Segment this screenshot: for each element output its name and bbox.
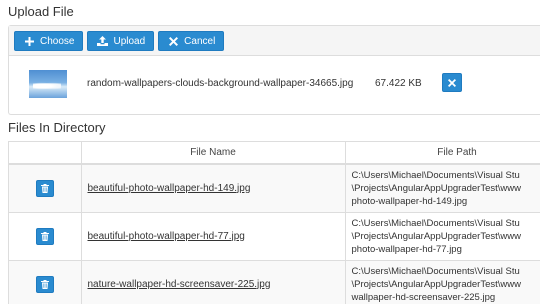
delete-file-button[interactable] [35, 275, 54, 293]
file-path: C:\Users\Michael\Documents\Visual Stu \P… [345, 260, 540, 304]
cancel-button-label: Cancel [184, 35, 216, 47]
upload-button[interactable]: Upload [87, 31, 155, 51]
table-row: beautiful-photo-wallpaper-hd-149.jpg C:\… [9, 164, 540, 213]
close-icon [448, 74, 456, 92]
file-path: C:\Users\Michael\Documents\Visual Stu \P… [345, 212, 540, 261]
file-name-link[interactable]: beautiful-photo-wallpaper-hd-77.jpg [88, 231, 245, 242]
choose-button[interactable]: Choose [14, 31, 84, 51]
delete-file-button[interactable] [35, 179, 54, 197]
column-header-actions [9, 142, 82, 165]
table-row: nature-wallpaper-hd-screensaver-225.jpg … [9, 260, 540, 304]
trash-icon [40, 231, 49, 241]
trash-icon [40, 279, 49, 289]
upload-toolbar: Choose Upload Cancel [9, 26, 540, 56]
upload-icon [96, 35, 108, 47]
file-thumbnail [29, 70, 67, 98]
close-icon [167, 35, 179, 47]
upload-panel: Choose Upload Cancel random-wallpapers-c… [8, 25, 540, 115]
files-table: File Name File Path beautiful-photo-wall… [8, 141, 540, 304]
selected-file-row: random-wallpapers-clouds-background-wall… [9, 56, 540, 114]
file-name-link[interactable]: nature-wallpaper-hd-screensaver-225.jpg [88, 279, 271, 290]
column-header-file-path: File Path [345, 142, 540, 165]
column-header-file-name: File Name [81, 142, 346, 165]
file-name-link[interactable]: beautiful-photo-wallpaper-hd-149.jpg [88, 183, 251, 194]
trash-icon [40, 183, 49, 193]
upload-file-title: Upload File [8, 4, 74, 19]
choose-button-label: Choose [40, 35, 75, 47]
file-path: C:\Users\Michael\Documents\Visual Stu \P… [345, 164, 540, 213]
table-row: beautiful-photo-wallpaper-hd-77.jpg C:\U… [9, 212, 540, 261]
delete-file-button[interactable] [35, 227, 54, 245]
table-header-row: File Name File Path [9, 142, 540, 165]
cancel-button[interactable]: Cancel [158, 31, 225, 51]
upload-button-label: Upload [113, 35, 146, 47]
files-in-directory-title: Files In Directory [8, 120, 106, 135]
remove-file-button[interactable] [442, 73, 462, 92]
selected-file-name: random-wallpapers-clouds-background-wall… [87, 78, 354, 89]
plus-icon [23, 35, 35, 47]
selected-file-size: 67.422 KB [375, 78, 422, 89]
